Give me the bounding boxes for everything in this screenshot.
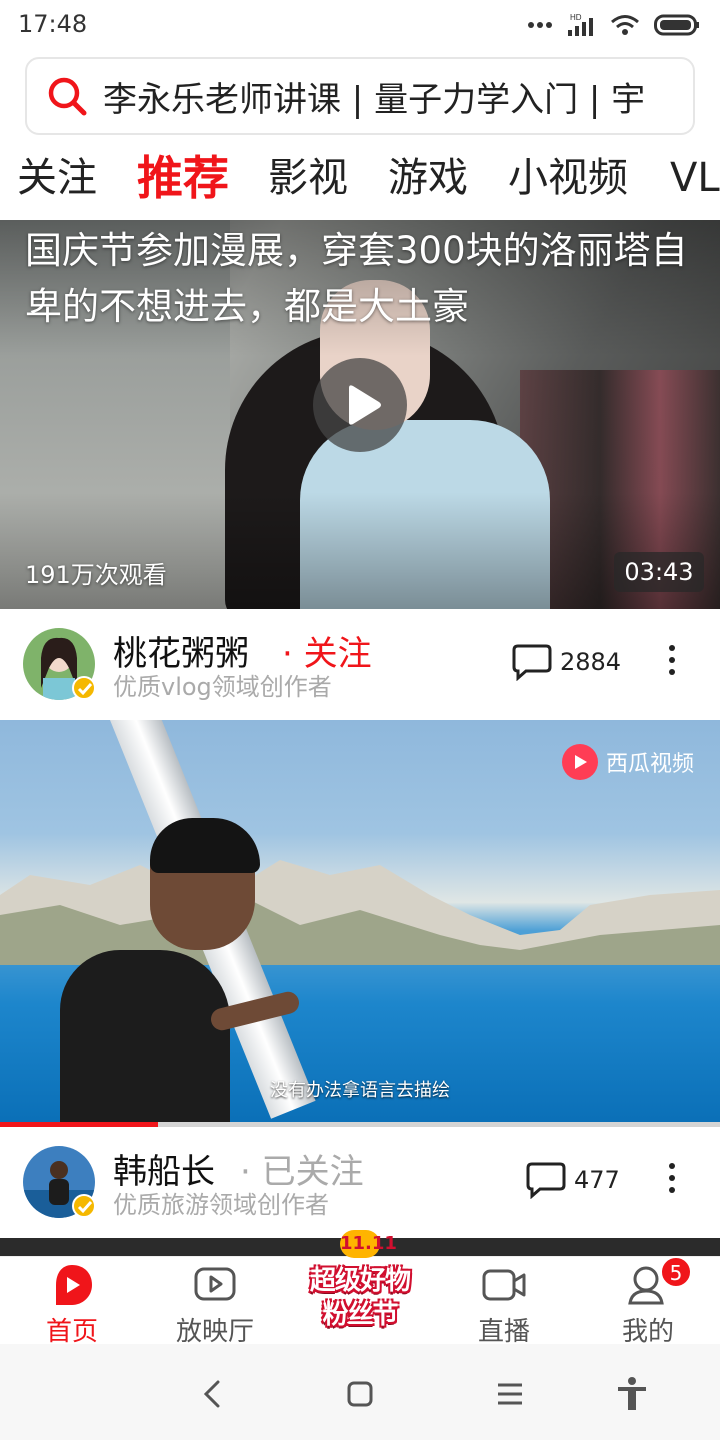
tab-recommended[interactable]: 推荐 [137,145,229,211]
tab-vlog[interactable]: VL [670,145,720,211]
verified-badge-icon [72,676,96,700]
video-duration: 03:43 [614,552,704,592]
video-progress-bar[interactable] [0,1122,720,1127]
xigua-watermark: 西瓜视频 [562,742,694,782]
verified-badge-icon [72,1194,96,1218]
nav-home[interactable]: 首页 [17,1261,127,1348]
notification-badge: 5 [660,1256,692,1288]
comment-button[interactable]: 2884 [512,642,621,682]
comment-count: 477 [574,1166,620,1194]
comment-icon [526,1162,566,1199]
nav-theater-label: 放映厅 [175,1317,254,1347]
play-button[interactable] [313,358,407,452]
video-player[interactable]: 西瓜视频 没有办法拿语言去描绘 [0,720,720,1125]
search-icon [48,77,87,116]
nav-profile-label: 我的 [621,1317,674,1347]
nav-live-label: 直播 [477,1317,530,1347]
video-subtitle: 没有办法拿语言去描绘 [270,1080,450,1101]
nav-home-label: 首页 [45,1317,98,1347]
comment-count: 2884 [560,648,622,676]
theater-icon [194,1267,236,1301]
home-play-icon [56,1265,92,1305]
live-camera-icon [482,1269,526,1301]
author-row: 韩船长 · 已关注 优质旅游领域创作者 477 [0,1128,720,1238]
category-tabs: 关注 推荐 影视 游戏 小视频 VL [0,145,720,211]
signal-icon: HD [568,13,593,36]
thumbnail-man-hair [150,818,260,873]
more-options-icon[interactable] [664,1160,680,1200]
more-options-icon[interactable] [664,642,680,682]
author-description: 优质vlog领域创作者 [113,673,332,701]
nav-live[interactable]: 直播 [449,1261,559,1348]
back-icon[interactable] [193,1374,233,1414]
wifi-icon [611,15,639,35]
battery-icon [654,14,699,36]
promo-logo: 11.11 [340,1230,397,1258]
comment-button[interactable]: 477 [526,1160,620,1200]
search-query[interactable]: 李永乐老师讲课 | 量子力学入门 | 宇 [103,72,645,121]
tab-film-tv[interactable]: 影视 [268,145,348,211]
tab-short-video[interactable]: 小视频 [508,145,628,211]
accessibility-icon[interactable] [612,1374,652,1414]
comment-icon [512,644,552,681]
tab-games[interactable]: 游戏 [388,145,468,211]
author-row: 桃花粥粥 · 关注 优质vlog领域创作者 2884 [0,610,720,720]
status-time: 17:48 [18,10,88,38]
video-title[interactable]: 国庆节参加漫展，穿套300块的洛丽塔自卑的不想进去，都是大土豪 [25,223,695,335]
watermark-text: 西瓜视频 [606,752,695,777]
promo-title-line1: 超级好物 [309,1266,411,1296]
home-icon[interactable] [340,1374,380,1414]
system-nav-bar [0,1344,720,1440]
svg-text:HD: HD [570,13,582,22]
play-icon [349,385,381,425]
recents-menu-icon[interactable] [490,1374,530,1414]
tab-following[interactable]: 关注 [17,145,97,211]
search-box[interactable]: 李永乐老师讲课 | 量子力学入门 | 宇 [25,57,695,135]
view-count: 191万次观看 [25,561,167,589]
status-icons: HD [528,10,700,40]
video-progress-fill [0,1122,159,1127]
author-description: 优质旅游领域创作者 [113,1191,329,1219]
xigua-logo-icon [562,744,598,780]
more-dots-icon [528,22,552,28]
thumbnail-cliffs [0,860,720,965]
status-bar: 17:48 HD [0,0,720,50]
nav-theater[interactable]: 放映厅 [160,1261,270,1348]
promo-title-line2: 粉丝节 [322,1300,398,1330]
promo-festival-button[interactable]: 11.11 超级好物 粉丝节 [290,1230,430,1336]
